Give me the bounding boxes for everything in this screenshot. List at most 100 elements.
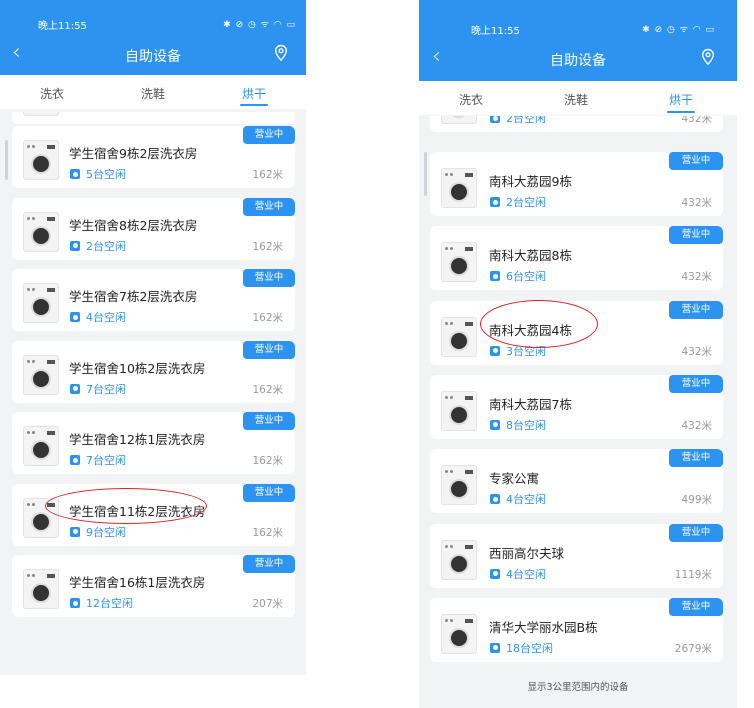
page-title: 自助设备 <box>125 49 181 65</box>
status-icons: ✱ ⊘ ◷ ᯤ ◠ ▭ <box>223 20 296 30</box>
idle-icon <box>70 526 80 537</box>
idle-count: 4台空闲 <box>70 309 126 325</box>
device-card[interactable]: 专家公寓 4台空闲 499米 营业中 <box>430 449 723 514</box>
tab-drying[interactable]: 烘干 <box>242 85 266 102</box>
status-time: 晚上11:55 <box>38 21 87 32</box>
device-card[interactable]: 学生宿舍12栋1层洗衣房 7台空闲 162米 营业中 <box>12 412 295 474</box>
distance: 1119米 <box>674 568 712 581</box>
page-title: 自助设备 <box>550 53 606 69</box>
washer-icon <box>23 497 59 538</box>
device-location-name: 南科大荔园9栋 <box>489 174 572 189</box>
tab-underline <box>667 111 695 113</box>
status-icons: ✱ ⊘ ◷ ᯤ ◠ ▭ <box>642 25 715 35</box>
tab-washing[interactable]: 洗衣 <box>459 91 483 108</box>
distance: 2679米 <box>674 642 712 655</box>
idle-icon <box>490 345 500 356</box>
device-card[interactable]: 南科大荔园8栋 6台空闲 432米 营业中 <box>430 226 723 291</box>
status-badge: 营业中 <box>669 597 723 616</box>
idle-count: 2台空闲 <box>490 194 546 210</box>
idle-count: 5台空闲 <box>70 166 126 182</box>
device-card[interactable]: 学生宿舍7栋2层洗衣房 4台空闲 162米 营业中 <box>12 269 295 331</box>
idle-count: 8台空闲 <box>490 417 546 433</box>
washer-icon <box>23 569 59 609</box>
device-card[interactable]: 西丽高尔夫球 4台空闲 1119米 营业中 <box>430 523 723 588</box>
tab-bar: 洗衣 洗鞋 烘干 <box>419 81 737 115</box>
distance: 207米 <box>252 598 283 610</box>
washer-icon <box>441 168 477 208</box>
status-badge: 营业中 <box>669 523 723 542</box>
status-badge: 营业中 <box>243 412 295 430</box>
status-badge: 营业中 <box>669 449 723 468</box>
device-location-name: 南科大荔园8栋 <box>489 248 572 264</box>
device-location-name: 学生宿舍7栋2层洗衣房 <box>69 289 198 304</box>
status-badge: 营业中 <box>243 197 295 216</box>
device-card[interactable]: 学生宿舍9栋2层洗衣房 5台空闲 162米 营业中 <box>12 126 295 188</box>
washer-icon <box>441 465 477 506</box>
device-location-name: 学生宿舍8栋2层洗衣房 <box>69 217 198 233</box>
location-icon[interactable] <box>272 44 290 62</box>
idle-icon <box>70 169 80 179</box>
idle-icon <box>490 116 500 123</box>
idle-icon <box>490 271 500 282</box>
washer-icon <box>441 116 477 124</box>
header-bar: 晚上11:55 ✱ ⊘ ◷ ᯤ ◠ ▭ ‹ 自助设备 <box>0 0 306 75</box>
range-note: 显示3公里范围内的设备 <box>527 682 629 693</box>
scroll-indicator <box>424 152 427 196</box>
status-badge: 营业中 <box>243 555 295 573</box>
idle-count: 2台空闲 <box>490 116 546 126</box>
partial-device-card[interactable] <box>12 112 295 124</box>
device-card[interactable]: 学生宿舍16栋1层洗衣房 12台空闲 207米 营业中 <box>12 555 295 617</box>
idle-count: 4台空闲 <box>490 491 546 507</box>
right-phone-screen: 晚上11:55 ✱ ⊘ ◷ ᯤ ◠ ▭ ‹ 自助设备 洗衣 洗鞋 烘干 2台空闲… <box>419 0 737 708</box>
device-card[interactable]: 南科大荔园4栋 3台空闲 432米 营业中 <box>430 300 723 365</box>
status-badge: 营业中 <box>243 340 295 359</box>
washer-icon <box>23 283 59 323</box>
status-badge: 营业中 <box>669 374 723 393</box>
idle-icon <box>70 598 80 608</box>
distance: 162米 <box>252 455 283 467</box>
distance: 432米 <box>681 197 712 209</box>
distance: 432米 <box>681 345 712 358</box>
partial-device-card[interactable]: 2台空闲 432米 <box>430 116 723 132</box>
device-location-name: 南科大荔园4栋 <box>489 322 572 338</box>
device-location-name: 学生宿舍11栋2层洗衣房 <box>69 503 206 519</box>
washer-icon <box>441 390 477 431</box>
status-badge: 营业中 <box>669 152 723 170</box>
tab-drying[interactable]: 烘干 <box>669 91 693 108</box>
tab-shoe-washing[interactable]: 洗鞋 <box>564 91 588 108</box>
device-list[interactable]: 2台空闲 432米 南科大荔园9栋 2台空闲 432米 营业中 南科大荔园8栋 … <box>419 116 737 708</box>
status-badge: 营业中 <box>243 483 295 502</box>
device-card[interactable]: 学生宿舍10栋2层洗衣房 7台空闲 162米 营业中 <box>12 340 295 403</box>
device-location-name: 学生宿舍16栋1层洗衣房 <box>69 575 206 590</box>
idle-icon <box>490 494 500 505</box>
tab-washing[interactable]: 洗衣 <box>40 85 64 102</box>
idle-icon <box>490 642 500 653</box>
device-card[interactable]: 学生宿舍8栋2层洗衣房 2台空闲 162米 营业中 <box>12 197 295 260</box>
idle-count: 7台空闲 <box>70 452 126 468</box>
device-list[interactable]: 学生宿舍9栋2层洗衣房 5台空闲 162米 营业中 学生宿舍8栋2层洗衣房 2台… <box>0 112 306 675</box>
idle-icon <box>70 455 80 465</box>
status-time: 晚上11:55 <box>471 26 520 37</box>
location-icon[interactable] <box>699 48 717 66</box>
washer-icon <box>23 354 59 395</box>
idle-icon <box>70 240 80 251</box>
distance: 162米 <box>252 240 283 253</box>
idle-icon <box>490 419 500 430</box>
idle-count: 2台空闲 <box>70 238 126 254</box>
device-card[interactable]: 学生宿舍11栋2层洗衣房 9台空闲 162米 营业中 <box>12 483 295 546</box>
distance: 162米 <box>252 169 283 181</box>
washer-icon <box>23 112 59 116</box>
idle-count: 3台空闲 <box>490 343 546 359</box>
status-badge: 营业中 <box>243 269 295 287</box>
idle-count: 12台空闲 <box>70 595 133 611</box>
device-card[interactable]: 清华大学丽水园B栋 18台空闲 2679米 营业中 <box>430 597 723 662</box>
washer-icon <box>441 242 477 283</box>
distance: 432米 <box>681 116 712 125</box>
status-badge: 营业中 <box>243 126 295 144</box>
idle-icon <box>70 383 80 394</box>
device-location-name: 学生宿舍10栋2层洗衣房 <box>69 360 206 376</box>
device-card[interactable]: 南科大荔园7栋 8台空闲 432米 营业中 <box>430 374 723 439</box>
tab-shoe-washing[interactable]: 洗鞋 <box>141 85 165 102</box>
status-badge: 营业中 <box>669 300 723 319</box>
device-card[interactable]: 南科大荔园9栋 2台空闲 432米 营业中 <box>430 152 723 216</box>
